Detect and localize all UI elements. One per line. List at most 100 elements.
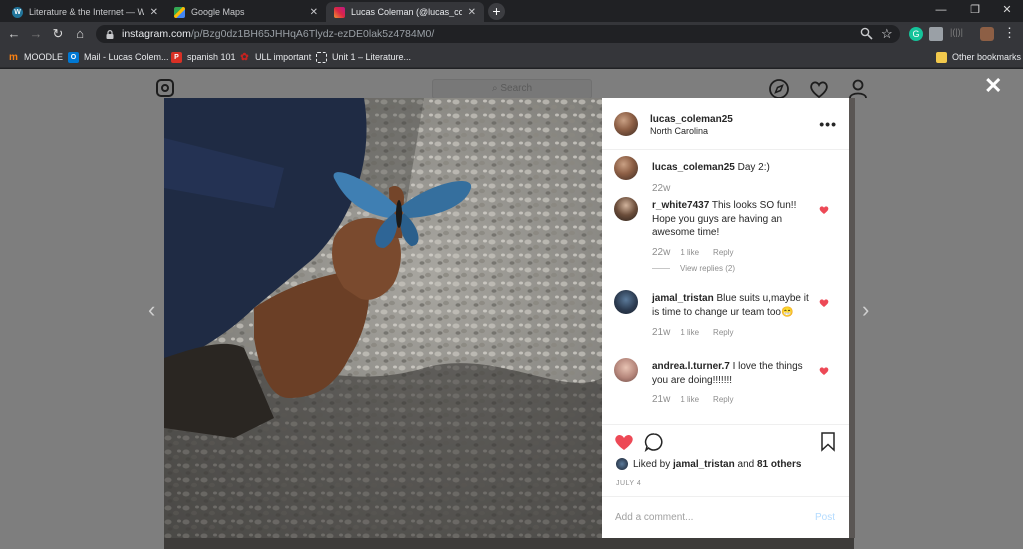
browser-toolbar: ← → ↻ ⌂ instagram.com/p/Bzg0dz1BH65JHHqA…: [0, 22, 1023, 46]
reply-button[interactable]: Reply: [713, 395, 733, 404]
folder-icon: [936, 51, 947, 63]
comment-age: 21w: [652, 394, 671, 405]
extension-icon[interactable]: [929, 27, 943, 41]
bookmark-label: spanish 101: [187, 52, 236, 62]
wordpress-icon: W: [12, 6, 23, 18]
post-photo[interactable]: [164, 98, 602, 538]
caption-meta: 22w: [652, 183, 680, 194]
bookmark-ull[interactable]: ✿ ULL important: [239, 50, 311, 64]
reload-button[interactable]: ↻: [50, 26, 66, 42]
liker-avatar: [616, 458, 628, 470]
bookmarks-bar: m MOODLE O Mail - Lucas Colem... P spani…: [0, 46, 1023, 68]
zoom-icon[interactable]: [860, 27, 873, 40]
minimize-button[interactable]: —: [923, 0, 959, 22]
tab-strip: W Literature & the Internet — Wor ✕ Goog…: [0, 0, 1023, 22]
commenter-avatar[interactable]: [614, 197, 638, 221]
close-window-button[interactable]: ✕: [989, 0, 1023, 22]
author-avatar[interactable]: [614, 112, 638, 136]
new-tab-button[interactable]: +: [488, 3, 505, 20]
profile-icon[interactable]: [847, 78, 869, 100]
view-replies-button[interactable]: View replies (2): [652, 264, 735, 273]
comment-meta: 22w 1 like Reply: [652, 247, 734, 258]
tab-instagram[interactable]: Lucas Coleman (@lucas_colemar ✕: [326, 2, 484, 22]
comment-meta: 21w 1 like Reply: [652, 327, 734, 338]
liker-username[interactable]: jamal_tristan: [673, 459, 735, 470]
more-options-icon[interactable]: •••: [819, 116, 837, 132]
address-bar[interactable]: instagram.com/p/Bzg0dz1BH65JHHqA6Tlydz-e…: [96, 25, 900, 43]
tab-google-maps[interactable]: Google Maps ✕: [166, 2, 326, 22]
comment-username[interactable]: jamal_tristan: [652, 293, 714, 304]
post-header: lucas_coleman25 North Carolina •••: [602, 98, 849, 150]
bookmark-label: Unit 1 – Literature...: [332, 52, 412, 62]
comment-age: 22w: [652, 247, 671, 258]
profile-avatar[interactable]: [980, 27, 994, 41]
background-post: [164, 538, 854, 549]
save-bookmark-icon[interactable]: [820, 432, 836, 452]
bookmark-spanish[interactable]: P spanish 101: [171, 50, 236, 64]
comment-username[interactable]: r_white7437: [652, 200, 709, 211]
comment-bubble-icon[interactable]: [644, 432, 664, 452]
instagram-logo-icon[interactable]: [156, 79, 174, 97]
grammarly-icon[interactable]: G: [909, 27, 923, 41]
back-button[interactable]: ←: [6, 26, 22, 42]
close-tab-icon[interactable]: ✕: [150, 7, 158, 18]
likes-summary: Liked by jamal_tristan and 81 others: [616, 458, 801, 470]
tab-literature[interactable]: W Literature & the Internet — Wor ✕: [4, 2, 166, 22]
other-bookmarks[interactable]: Other bookmarks: [936, 50, 1021, 64]
author-username[interactable]: lucas_coleman25: [650, 114, 733, 125]
comment-like-heart-icon[interactable]: [819, 366, 829, 376]
comment-likes[interactable]: 1 like: [680, 328, 699, 337]
author-avatar[interactable]: [614, 156, 638, 180]
commenter-avatar[interactable]: [614, 290, 638, 314]
previous-post-icon[interactable]: ‹: [148, 297, 155, 323]
bookmark-label: ULL important: [255, 52, 312, 62]
bookmark-mail[interactable]: O Mail - Lucas Colem...: [68, 50, 169, 64]
ull-icon: ✿: [240, 51, 249, 63]
forward-button[interactable]: →: [28, 26, 44, 42]
post-panel: lucas_coleman25 North Carolina ••• lucas…: [602, 98, 849, 538]
close-tab-icon[interactable]: ✕: [310, 7, 318, 18]
close-tab-icon[interactable]: ✕: [468, 7, 476, 18]
likes-count[interactable]: 81 others: [757, 459, 801, 470]
comment-meta: 21w 1 like Reply: [652, 394, 734, 405]
tab-title: Lucas Coleman (@lucas_colemar: [351, 7, 462, 17]
audio-extension-icon[interactable]: |(|)|: [950, 27, 963, 37]
tab-title: Google Maps: [191, 7, 245, 17]
post-date[interactable]: JULY 4: [616, 480, 641, 487]
comment-text: jamal_tristan Blue suits u,maybe it is t…: [652, 292, 817, 319]
bookmark-star-icon[interactable]: ☆: [881, 26, 893, 42]
comment-like-heart-icon[interactable]: [819, 205, 829, 215]
instagram-icon: [334, 6, 345, 18]
commenter-avatar[interactable]: [614, 358, 638, 382]
restore-button[interactable]: ❐: [957, 0, 993, 22]
bookmark-label: MOODLE: [24, 52, 64, 62]
bookmark-unit1[interactable]: Unit 1 – Literature...: [316, 50, 411, 64]
add-comment-input[interactable]: Add a comment...: [615, 512, 693, 523]
bookmark-label: Mail - Lucas Colem...: [84, 52, 169, 62]
comment-age: 22w: [652, 183, 671, 194]
bookmark-moodle[interactable]: m MOODLE: [8, 50, 63, 64]
comment-username[interactable]: andrea.l.turner.7: [652, 361, 730, 372]
home-button[interactable]: ⌂: [72, 26, 88, 42]
activity-heart-icon[interactable]: [808, 78, 830, 100]
post-comment-button[interactable]: Post: [815, 512, 835, 523]
comment-username[interactable]: lucas_coleman25: [652, 162, 735, 173]
menu-icon[interactable]: ⋮: [1003, 25, 1016, 41]
explore-icon[interactable]: [768, 78, 790, 100]
reply-button[interactable]: Reply: [713, 248, 733, 257]
comment-likes[interactable]: 1 like: [680, 248, 699, 257]
reply-button[interactable]: Reply: [713, 328, 733, 337]
maps-icon: [174, 6, 185, 18]
like-heart-icon[interactable]: [614, 433, 634, 451]
outlook-icon: O: [68, 51, 79, 63]
comment-like-heart-icon[interactable]: [819, 298, 829, 308]
post-location[interactable]: North Carolina: [650, 126, 708, 136]
comment-body: Day 2:): [737, 162, 770, 173]
comment-text: andrea.l.turner.7 I love the things you …: [652, 360, 817, 387]
view-replies-label: View replies (2): [680, 264, 735, 273]
search-input[interactable]: ⌕ Search: [432, 79, 592, 99]
comment-likes[interactable]: 1 like: [680, 395, 699, 404]
close-modal-icon[interactable]: ✕: [984, 75, 1002, 97]
url-text: instagram.com/p/Bzg0dz1BH65JHHqA6Tlydz-e…: [122, 28, 435, 40]
next-post-icon[interactable]: ›: [862, 297, 869, 323]
